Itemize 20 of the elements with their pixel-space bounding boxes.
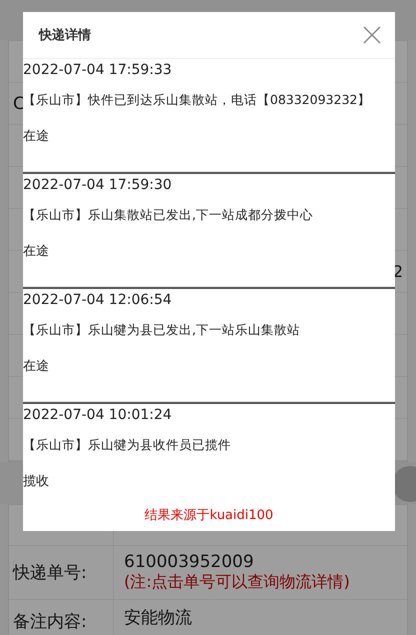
tracking-message: 【乐山市】乐山犍为县已发出,下一站乐山集散站 bbox=[23, 322, 300, 339]
field-label: 备注内容: bbox=[13, 611, 87, 633]
field-label: 快递单号: bbox=[13, 562, 87, 584]
field-value[interactable]: 610003952009 bbox=[124, 552, 350, 572]
timestamp: 2022-07-04 17:59:33 bbox=[23, 62, 172, 78]
dialog-title: 快递详情 bbox=[39, 26, 91, 44]
timestamp: 2022-07-04 17:59:30 bbox=[23, 177, 172, 193]
tracking-message: 【乐山市】快件已到达乐山集散站，电话【08332093232】 bbox=[23, 92, 370, 109]
close-icon[interactable] bbox=[363, 26, 381, 44]
source-note: 结果来源于kuaidi100 bbox=[144, 506, 274, 524]
status-text: 揽收 bbox=[23, 473, 49, 490]
status-text: 在途 bbox=[23, 128, 49, 145]
status-text: 在途 bbox=[23, 358, 49, 375]
note-text: (注:点击单号可以查询物流详情) bbox=[124, 572, 350, 593]
field-value: 安能物流 bbox=[124, 607, 192, 629]
timestamp: 2022-07-04 10:01:24 bbox=[23, 407, 172, 423]
status-text: 在途 bbox=[23, 243, 49, 260]
timestamp: 2022-07-04 12:06:54 bbox=[23, 292, 172, 308]
tracking-message: 【乐山市】乐山集散站已发出,下一站成都分拨中心 bbox=[23, 207, 313, 224]
tracking-message: 【乐山市】乐山犍为县收件员已揽件 bbox=[23, 437, 231, 454]
